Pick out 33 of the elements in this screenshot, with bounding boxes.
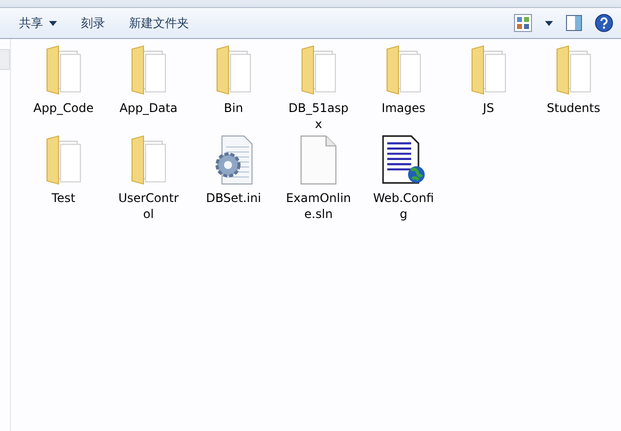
folder-icon[interactable] — [300, 45, 336, 95]
toolbar-button[interactable]: 刻录 — [72, 11, 114, 35]
caret-icon — [49, 20, 57, 26]
web-document-icon[interactable] — [382, 135, 426, 185]
file-name: UserContr ol — [118, 190, 179, 222]
file-name: JS — [482, 100, 494, 116]
file-name: Web.Confi g — [373, 190, 434, 222]
folder-icon[interactable] — [216, 45, 252, 95]
file-name: ExamOnlin e.sln — [286, 190, 352, 222]
toolbar-button[interactable]: 共享 — [10, 11, 66, 35]
folder-icon[interactable] — [130, 135, 166, 185]
file-name: App_Data — [119, 100, 178, 116]
file-name: DB_51asp x — [288, 100, 348, 132]
folder-icon[interactable] — [470, 45, 506, 95]
caret-icon[interactable] — [545, 20, 553, 26]
help-icon[interactable] — [595, 14, 613, 32]
file-name: App_Code — [33, 100, 94, 116]
settings-file-icon[interactable] — [214, 135, 254, 185]
folder-icon[interactable] — [130, 45, 166, 95]
folder-icon[interactable] — [46, 135, 82, 185]
file-name: Test — [52, 190, 76, 206]
file-name: Students — [546, 100, 600, 116]
folder-icon[interactable] — [556, 45, 592, 95]
file-icon[interactable] — [300, 135, 337, 185]
folder-icon[interactable] — [386, 45, 422, 95]
file-name: DBSet.ini — [206, 190, 262, 206]
view-options-icon[interactable] — [514, 14, 532, 32]
toolbar-button[interactable]: 新建文件夹 — [120, 11, 198, 35]
file-name: Bin — [224, 100, 244, 116]
preview-pane-icon[interactable] — [566, 15, 582, 31]
navigation-item[interactable] — [0, 49, 10, 70]
folder-icon[interactable] — [46, 45, 82, 95]
file-name: Images — [382, 100, 426, 116]
